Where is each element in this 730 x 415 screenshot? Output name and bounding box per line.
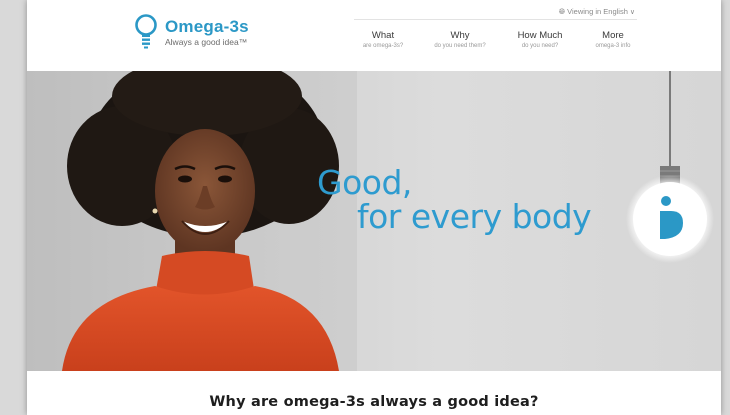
language-label: Viewing in English xyxy=(567,7,628,16)
section-title: Why are omega-3s always a good idea? xyxy=(209,394,539,410)
nav-divider xyxy=(354,19,637,20)
lightbulb-logo-icon xyxy=(135,14,157,49)
nav-item-sublabel: do you need them? xyxy=(434,43,486,49)
site-header: Omega-3s Always a good idea™ 🌐︎ Viewing i… xyxy=(27,0,721,71)
nav-item-more[interactable]: More omega-3 info xyxy=(575,30,651,51)
nav-item-label: What xyxy=(371,30,395,41)
hero-banner: Good, for every body xyxy=(27,71,721,371)
nav-item-sublabel: are omega-3s? xyxy=(362,43,404,49)
brand-tagline: Always a good idea™ xyxy=(165,37,248,47)
hero-headline: Good, for every body xyxy=(317,163,592,236)
nav-item-label: More xyxy=(602,30,624,41)
site-logo[interactable]: Omega-3s Always a good idea™ xyxy=(134,13,274,57)
nav-item-how-much[interactable]: How Much do you need? xyxy=(502,30,578,51)
nav-item-label: Why xyxy=(450,30,470,41)
nav-item-label: How Much xyxy=(517,30,563,41)
chevron-down-icon: ∨ xyxy=(629,9,635,16)
headline-line-2: for every body xyxy=(357,197,592,236)
brand-name: Omega-3s xyxy=(165,17,249,36)
nav-item-why[interactable]: Why do you need them? xyxy=(422,30,498,51)
person-heart-bulb-icon xyxy=(626,71,714,263)
nav-item-what[interactable]: What are omega-3s? xyxy=(345,30,421,51)
nav-item-sublabel: omega-3 info xyxy=(595,43,631,49)
page: Omega-3s Always a good idea™ 🌐︎ Viewing i… xyxy=(27,0,721,415)
headline-line-1: Good, xyxy=(317,163,412,202)
main-nav: What are omega-3s? Why do you need them?… xyxy=(345,30,645,60)
globe-icon: 🌐︎ xyxy=(558,7,566,16)
language-selector[interactable]: 🌐︎ Viewing in English ∨ xyxy=(559,7,635,17)
nav-item-sublabel: do you need? xyxy=(521,43,559,49)
woman-photo xyxy=(27,71,357,371)
